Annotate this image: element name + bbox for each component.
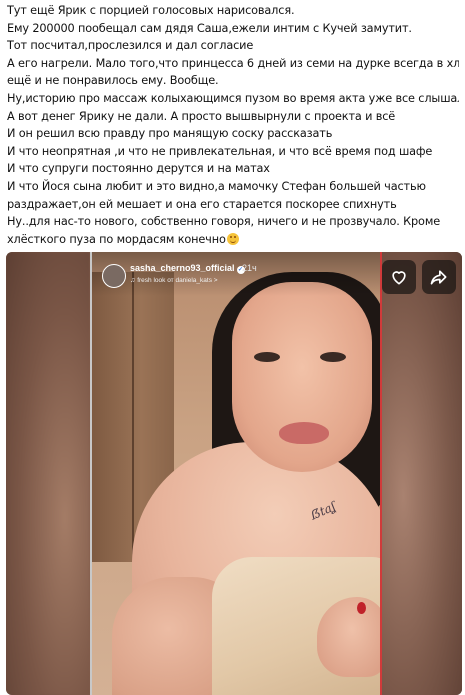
post-line: раздражает,он ей мешает и она его старае… — [7, 197, 397, 211]
post-line: Ну..для нас-то нового, собственно говоря… — [7, 215, 440, 229]
post-line: Тут ещё Ярик с порцией голосовых нарисов… — [7, 4, 295, 17]
music-artist: daniela_kats — [175, 277, 212, 284]
share-button[interactable] — [422, 260, 456, 294]
door-panel-line — [132, 272, 134, 562]
post-line: И что неопрятная ,и что не привлекательн… — [7, 144, 433, 158]
post-line: А его нагрели. Мало того,что принцесса 6… — [7, 56, 459, 70]
post-line: хлёсткого пуза по мордасям конечно — [7, 232, 226, 246]
person-face — [232, 282, 372, 472]
post-text: Тут ещё Ярик с порцией голосовых нарисов… — [7, 2, 459, 248]
music-separator: от — [165, 277, 176, 284]
person-hand — [317, 597, 380, 677]
music-track: fresh look — [137, 277, 166, 284]
post-line: А вот денег Ярику не дали. А просто вышв… — [7, 109, 396, 123]
media-actions — [382, 260, 456, 294]
share-arrow-icon — [430, 270, 447, 285]
post-line-last: хлёсткого пуза по мордасям конечно — [7, 231, 459, 249]
post-line: Ему 200000 пообещал сам дядя Саша,ежели … — [7, 21, 412, 35]
heart-outline-icon — [392, 271, 406, 285]
post-line: Тот посчитал,прослезился и дал согласие — [7, 39, 254, 53]
username-text: sasha_cherno93_official — [130, 263, 235, 273]
post-media[interactable]: ẞtaʆ sasha_cherno93_official ✓ 21ч ♫ fres… — [6, 252, 462, 695]
media-blur-right — [378, 252, 462, 695]
story-music-line[interactable]: ♫ fresh look от daniela_kats > — [130, 277, 218, 284]
post-line: И что Йося сына любит и это видно,а мамо… — [7, 179, 426, 193]
grinning-face-emoji-icon — [226, 232, 239, 245]
person-eye-right — [320, 352, 346, 362]
post-line: Ну,историю про массаж колыхающимся пузом… — [7, 91, 459, 105]
person-lips — [279, 422, 329, 444]
person-eye-left — [254, 352, 280, 362]
red-nail — [357, 602, 366, 614]
avatar[interactable] — [102, 264, 126, 288]
post-line: И что супруги постоянно дерутся и на мат… — [7, 162, 270, 176]
story-time: 21ч — [242, 263, 257, 273]
story-username[interactable]: sasha_cherno93_official ✓ — [130, 263, 245, 274]
music-suffix: > — [211, 277, 218, 284]
media-blur-left — [6, 252, 90, 695]
post-line: И он решил всю правду про манящую соску … — [7, 127, 333, 141]
like-button[interactable] — [382, 260, 416, 294]
post-line: ещё и не понравилось ему. Вообще. — [7, 74, 219, 88]
story-header: sasha_cherno93_official ✓ 21ч ♫ fresh loo… — [92, 252, 380, 296]
story-screenshot: ẞtaʆ sasha_cherno93_official ✓ 21ч ♫ fres… — [90, 252, 382, 695]
